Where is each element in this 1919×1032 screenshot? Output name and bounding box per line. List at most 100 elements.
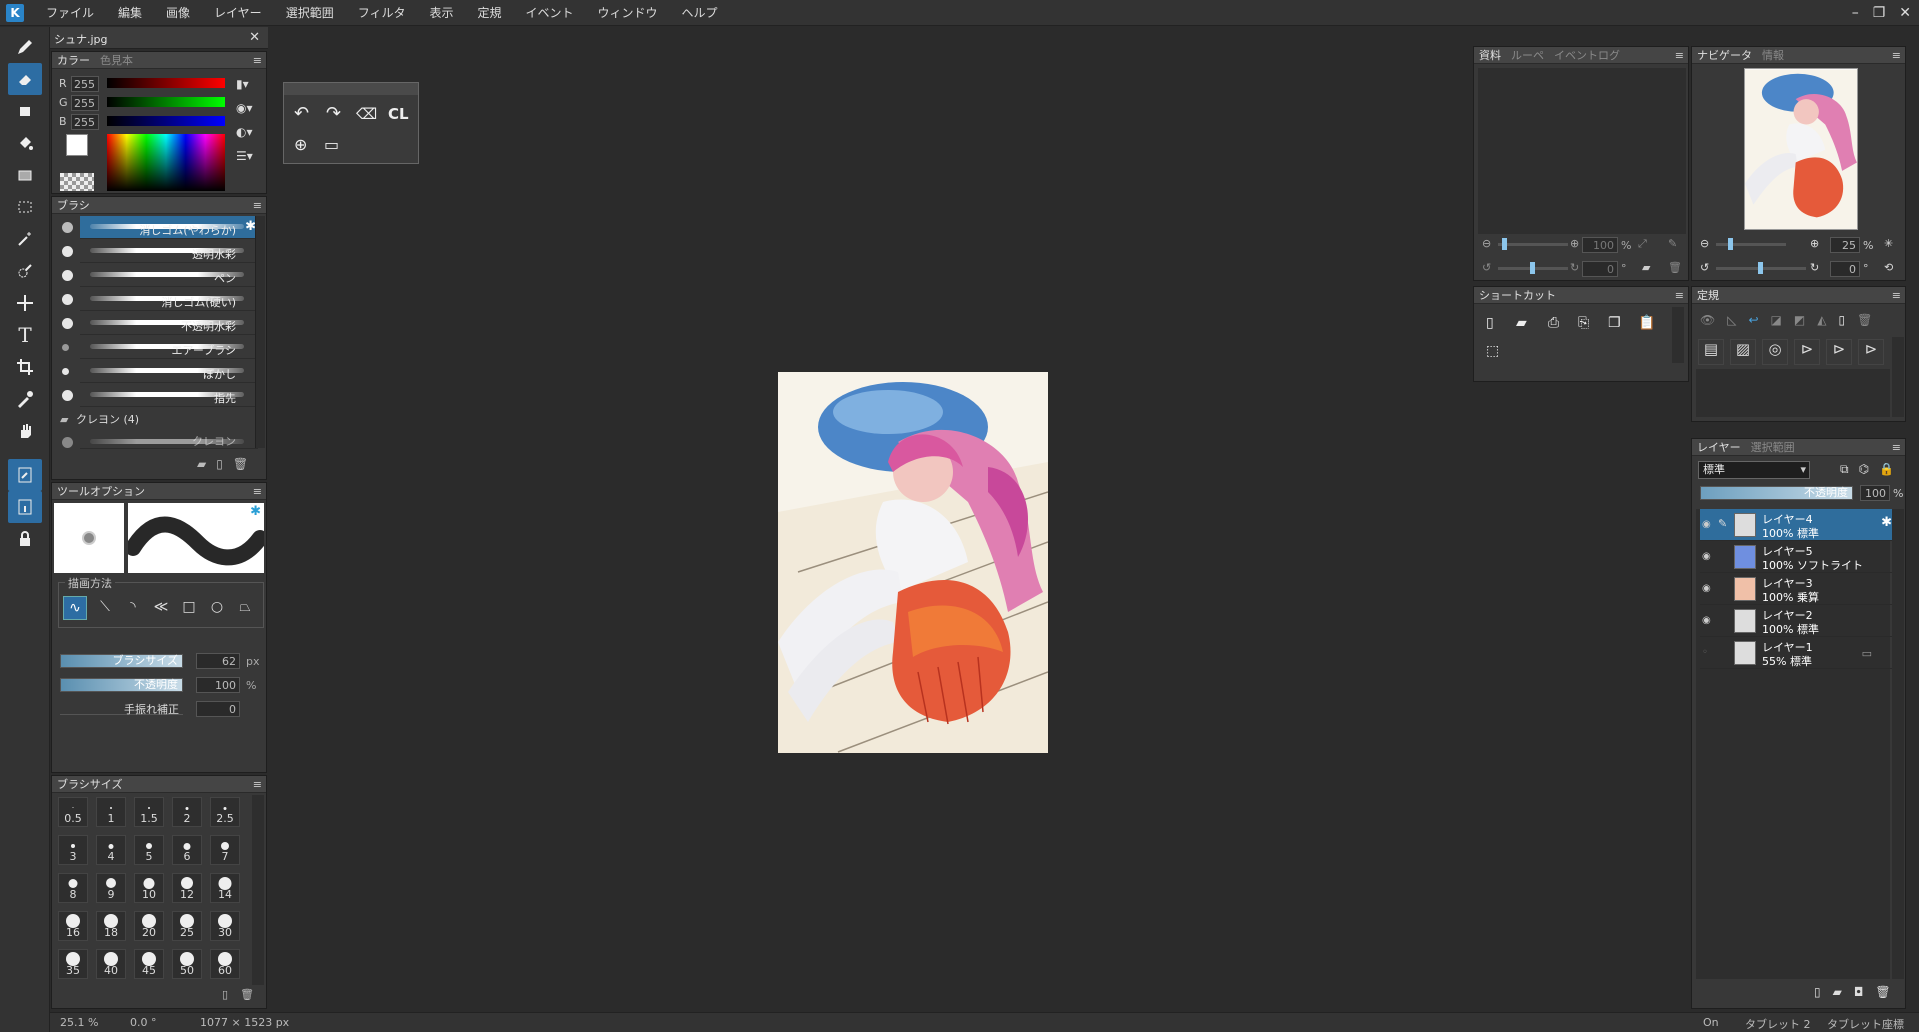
shortcut-scrollbar[interactable] (1672, 307, 1684, 363)
ruler-c-icon[interactable]: ◭ (1817, 313, 1826, 327)
zoom-in-icon[interactable]: ⊕ (1570, 237, 1579, 250)
ruler-undo-icon[interactable]: ↩ (1748, 313, 1758, 327)
menu-image[interactable]: 画像 (154, 0, 202, 26)
rectangle-icon[interactable]: □ (177, 596, 201, 620)
g-input[interactable] (71, 95, 99, 111)
new-ruler-icon[interactable]: ▯ (1838, 313, 1845, 327)
brush-size-slider[interactable]: ブラシサイズ (60, 654, 183, 668)
ruler-b-icon[interactable]: ◩ (1794, 313, 1805, 327)
curve-icon[interactable]: ◝ (121, 596, 145, 620)
brush-item[interactable]: 不透明水彩 (62, 312, 258, 335)
fit-icon[interactable]: ⤢ (1638, 237, 1647, 251)
brush-size-input[interactable] (196, 653, 240, 669)
material-angle-input[interactable] (1582, 261, 1618, 277)
tab-selection[interactable]: 選択範囲 (1746, 439, 1800, 456)
tab-loupe[interactable]: ルーペ (1506, 47, 1549, 64)
fill-tool-icon[interactable] (8, 127, 42, 159)
layer-row[interactable]: ◉ レイヤー3 100% 乗算 (1700, 573, 1896, 605)
menu-filter[interactable]: フィルタ (346, 0, 418, 26)
layer-row[interactable]: ◉ ✎ レイヤー4 100% 標準 ✱ (1700, 509, 1896, 541)
rotate-right-icon[interactable]: ↻ (1810, 261, 1819, 274)
stabilizer-input[interactable] (196, 701, 240, 717)
menu-event[interactable]: イベント (514, 0, 586, 26)
panel-menu-icon[interactable]: ≡ (1892, 287, 1901, 304)
eyedropper-icon[interactable]: ✎ (1668, 237, 1677, 250)
magic-wand-tool-icon[interactable] (8, 223, 42, 255)
brush-size-scrollbar[interactable] (252, 795, 264, 985)
target-icon[interactable]: ⊕ (294, 135, 307, 154)
material-rotate-slider[interactable] (1498, 262, 1568, 274)
tab-material[interactable]: 資料 (1474, 47, 1506, 64)
brush-item[interactable]: クレヨン (62, 431, 258, 449)
navigator-zoom-input[interactable] (1830, 237, 1860, 253)
clear-button[interactable]: CL (388, 105, 409, 123)
copy-icon[interactable]: ❐ (1608, 315, 1621, 331)
ruler-angle-icon[interactable]: ◺ (1727, 313, 1736, 327)
brush-size-item[interactable]: 1.5 (134, 797, 164, 827)
r-slider[interactable] (107, 78, 225, 88)
zoom-out-icon[interactable]: ⊖ (1482, 237, 1491, 250)
ruler-a-icon[interactable]: ◪ (1771, 313, 1782, 327)
menu-selection[interactable]: 選択範囲 (274, 0, 346, 26)
brush-size-item[interactable]: 14 (210, 873, 240, 903)
brush-size-item[interactable]: 50 (172, 949, 202, 979)
polygon-icon[interactable]: ⏢ (233, 596, 257, 620)
layer-row[interactable]: ◦ レイヤー1 55% 標準 ▭ (1700, 637, 1896, 669)
polyline-icon[interactable]: ≪ (149, 596, 173, 620)
menu-help[interactable]: ヘルプ (670, 0, 730, 26)
restore-button[interactable]: ❐ (1873, 5, 1886, 21)
move-tool-icon[interactable] (8, 287, 42, 319)
blend-mode-select[interactable]: 標準 ▾ (1698, 461, 1810, 479)
delete-size-icon[interactable]: 🗑 (240, 988, 254, 1001)
menu-view[interactable]: 表示 (417, 0, 465, 26)
diagonal-ruler-icon[interactable]: ▨ (1730, 339, 1756, 365)
delete-ruler-icon[interactable]: 🗑 (1857, 313, 1872, 327)
brush-scrollbar[interactable] (255, 216, 265, 448)
brush-size-item[interactable]: 35 (58, 949, 88, 979)
lock-icon[interactable]: 🔒 (1879, 462, 1894, 477)
hand-tool-icon[interactable] (8, 415, 42, 447)
opacity-input[interactable] (196, 677, 240, 693)
ruler-scrollbar[interactable] (1892, 337, 1904, 417)
panel-menu-icon[interactable]: ≡ (1675, 287, 1684, 304)
foreground-color[interactable] (66, 134, 88, 156)
crop-tool-icon[interactable] (8, 351, 42, 383)
ellipse-icon[interactable]: ○ (205, 596, 229, 620)
text-tool-icon[interactable]: T (8, 319, 42, 351)
brush-size-item[interactable]: 25 (172, 911, 202, 941)
new-layer-icon[interactable]: ▯ (1814, 985, 1821, 999)
visibility-icon[interactable]: ◉ (1702, 615, 1711, 626)
brush-size-item[interactable]: 18 (96, 911, 126, 941)
b-input[interactable] (71, 114, 99, 130)
brush-size-item[interactable]: 16 (58, 911, 88, 941)
brush-size-item[interactable]: 3 (58, 835, 88, 865)
lock-icon[interactable] (8, 523, 42, 555)
eraser-icon[interactable]: ⌫ (356, 105, 377, 123)
new-folder-icon[interactable]: ▰ (197, 457, 206, 471)
perspective-1-icon[interactable]: ⊳ (1794, 339, 1820, 365)
tab-info[interactable]: 情報 (1757, 47, 1789, 64)
open-file-icon[interactable]: ▰ (1516, 315, 1527, 331)
visibility-icon[interactable]: ◉ (1702, 551, 1711, 562)
visibility-icon[interactable]: ◦ (1702, 647, 1708, 658)
save-icon[interactable]: ⎙ (1548, 315, 1559, 331)
concentric-ruler-icon[interactable]: ◎ (1762, 339, 1788, 365)
undo-icon[interactable]: ↶ (294, 103, 309, 124)
panel-menu-icon[interactable]: ≡ (1675, 47, 1684, 64)
navigator-rotate-slider[interactable] (1716, 262, 1806, 274)
navigator-thumbnail[interactable] (1744, 68, 1858, 230)
rotate-right-icon[interactable]: ↻ (1570, 261, 1579, 274)
brush-size-item[interactable]: 5 (134, 835, 164, 865)
layer-settings-icon[interactable]: ⧉ (1840, 462, 1849, 477)
brush-size-item[interactable]: 60 (210, 949, 240, 979)
brush-size-item[interactable]: 20 (134, 911, 164, 941)
tab-swatches[interactable]: 色見本 (95, 52, 138, 69)
brush-size-item[interactable]: 2.5 (210, 797, 240, 827)
navigator-angle-input[interactable] (1830, 261, 1860, 277)
add-size-icon[interactable]: ▯ (222, 988, 228, 1001)
close-tab-icon[interactable]: ✕ (249, 30, 260, 45)
opacity-slider[interactable]: 不透明度 (60, 678, 183, 692)
tab-color[interactable]: カラー (52, 52, 95, 69)
panel-menu-icon[interactable]: ≡ (253, 197, 262, 214)
freehand-icon[interactable]: ∿ (63, 596, 87, 620)
